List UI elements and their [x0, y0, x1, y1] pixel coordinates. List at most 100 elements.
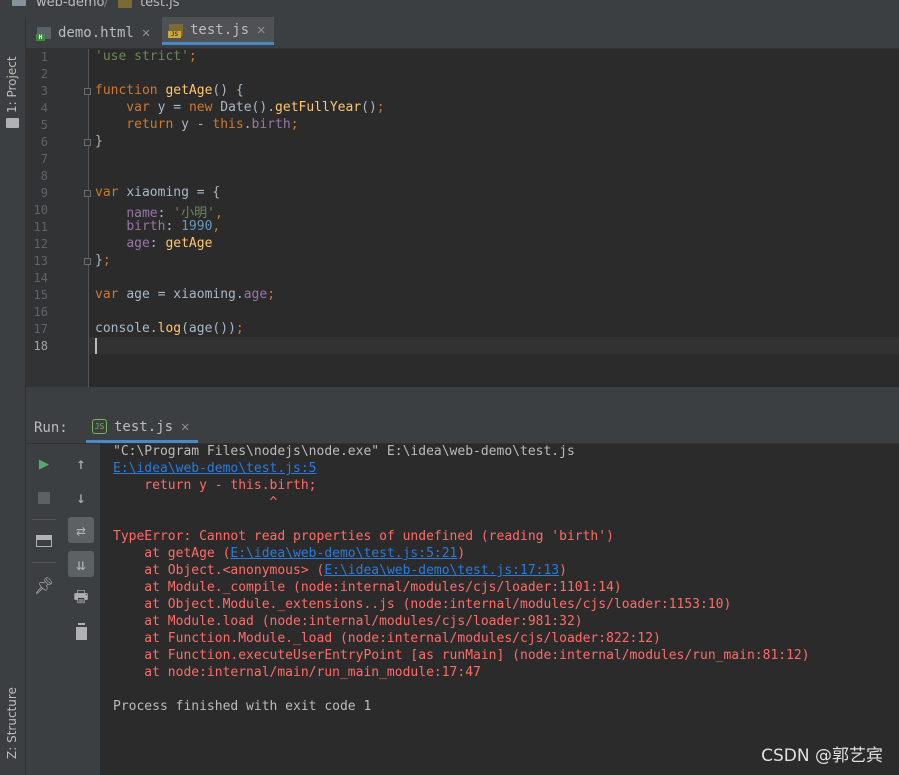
- toolbar-divider: [32, 519, 56, 520]
- close-icon[interactable]: ✕: [181, 419, 189, 435]
- console-text: at getAge (: [113, 546, 231, 561]
- console-line: at Object.<anonymous> (E:\idea\web-demo\…: [113, 563, 567, 578]
- line-number: 14: [33, 271, 48, 285]
- line-number: 5: [40, 118, 48, 132]
- console-file-link[interactable]: E:\idea\web-demo\test.js:5: [113, 461, 317, 476]
- code-token: this: [212, 117, 244, 132]
- close-icon[interactable]: ✕: [257, 22, 265, 38]
- code-token: log: [157, 321, 182, 336]
- scroll-to-end-icon[interactable]: ⇊: [68, 551, 94, 577]
- code-token: ;: [102, 253, 111, 268]
- arrow-down-icon[interactable]: ↓: [68, 484, 94, 510]
- navigation-bar: web-demo / test.js: [0, 0, 899, 17]
- line-number: 11: [33, 220, 48, 234]
- line-number: 6: [40, 135, 48, 149]
- code-token: var: [95, 100, 158, 115]
- code-line: console.log(age());: [95, 321, 244, 336]
- console-output[interactable]: "C:\Program Files\nodejs\node.exe" E:\id…: [100, 444, 899, 775]
- console-line: "C:\Program Files\nodejs\node.exe" E:\id…: [113, 444, 575, 459]
- layout-icon[interactable]: [31, 528, 57, 554]
- console-line: Process finished with exit code 1: [113, 699, 372, 714]
- fold-marker-icon[interactable]: [84, 190, 91, 197]
- left-tool-strip: 1: Project Z: Structure: [0, 17, 26, 775]
- tab-demo-html[interactable]: H demo.html ✕: [36, 17, 150, 48]
- code-line: function getAge() {: [95, 83, 244, 98]
- code-token: Date().: [220, 100, 276, 115]
- soft-wrap-icon[interactable]: ⇄: [68, 517, 94, 543]
- editor-tab-bar: H demo.html ✕ JS test.js ✕: [26, 17, 899, 49]
- stop-icon[interactable]: [31, 485, 57, 511]
- code-line: 'use strict';: [95, 49, 197, 64]
- pin-icon[interactable]: 📌︎: [31, 572, 57, 598]
- console-line: return y - this.birth;: [113, 478, 317, 493]
- code-token: ;: [235, 321, 244, 336]
- line-number: 3: [40, 84, 48, 98]
- breadcrumb-separator: /: [104, 0, 109, 10]
- console-line: E:\idea\web-demo\test.js:5: [113, 461, 317, 476]
- console-line: at Function.executeUserEntryPoint [as ru…: [113, 648, 810, 663]
- console-line: TypeError: Cannot read properties of und…: [113, 529, 614, 544]
- console-line: at getAge (E:\idea\web-demo\test.js:5:21…: [113, 546, 465, 561]
- run-toolbar-primary: ▶ 📌︎: [26, 444, 63, 775]
- code-token: y =: [157, 100, 189, 115]
- fold-marker-icon[interactable]: [84, 258, 91, 265]
- project-folder-icon[interactable]: [6, 118, 19, 128]
- fold-marker-icon[interactable]: [84, 88, 91, 95]
- console-line: ^: [113, 495, 278, 510]
- console-file-link[interactable]: E:\idea\web-demo\test.js:17:13: [324, 563, 559, 578]
- line-number: 16: [33, 305, 48, 319]
- fold-marker-icon[interactable]: [84, 139, 91, 146]
- breadcrumb-project[interactable]: web-demo: [36, 0, 104, 10]
- code-token: return: [95, 117, 182, 132]
- breadcrumb-file[interactable]: test.js: [140, 0, 179, 10]
- code-token: getFullYear: [275, 100, 362, 115]
- run-tab-label: test.js: [114, 418, 174, 435]
- trash-icon[interactable]: [68, 619, 94, 645]
- code-token: }: [95, 134, 103, 149]
- code-editor[interactable]: 1 2 3 4 5 6 7 8 9 10 11 12 13 14 15 16 17 18 'use strict'…: [26, 49, 899, 387]
- code-line: };: [95, 253, 111, 268]
- code-token: ;: [267, 287, 276, 302]
- close-icon[interactable]: ✕: [142, 25, 150, 41]
- project-tool-button[interactable]: 1: Project: [5, 56, 19, 113]
- rerun-icon[interactable]: ▶: [31, 451, 57, 477]
- js-file-icon: JS: [168, 23, 184, 38]
- run-label: Run:: [34, 420, 68, 436]
- code-line: var y = new Date().getFullYear();: [95, 100, 385, 115]
- line-number: 10: [33, 203, 48, 217]
- code-token: }: [95, 253, 103, 268]
- code-token: xiaoming = {: [126, 185, 221, 200]
- arrow-up-icon[interactable]: ↑: [68, 450, 94, 476]
- console-file-link[interactable]: E:\idea\web-demo\test.js:5:21: [230, 546, 457, 561]
- structure-tool-button[interactable]: Z: Structure: [5, 687, 19, 759]
- console-line: at Function.Module._load (node:internal/…: [113, 631, 661, 646]
- toolbar-divider: [32, 562, 56, 563]
- console-line: at Module.load (node:internal/modules/cj…: [113, 614, 583, 629]
- code-token: :: [165, 219, 182, 234]
- code-line: age: getAge: [95, 236, 212, 251]
- print-icon[interactable]: 🖶: [68, 586, 94, 612]
- code-token: getAge: [165, 83, 213, 98]
- code-token: 1990: [181, 219, 213, 234]
- tab-label: test.js: [190, 21, 250, 38]
- code-token: getAge: [165, 236, 213, 251]
- code-token: .: [243, 117, 252, 132]
- code-token: y -: [181, 117, 213, 132]
- code-token: birth: [251, 117, 291, 132]
- line-number: 13: [33, 254, 48, 268]
- code-token: () {: [212, 83, 244, 98]
- line-number: 7: [40, 152, 48, 166]
- code-token: age: [243, 287, 268, 302]
- console-line: at Object.Module._extensions..js (node:i…: [113, 597, 732, 612]
- code-token: 'use strict': [95, 49, 189, 64]
- code-token: function: [95, 83, 166, 98]
- tab-label: demo.html: [58, 24, 134, 41]
- line-number: 1: [40, 50, 48, 64]
- code-token: age: [126, 236, 150, 251]
- tab-test-js[interactable]: JS test.js ✕: [162, 17, 274, 45]
- code-token: ;: [376, 100, 385, 115]
- run-tab-test-js[interactable]: JS test.js ✕: [86, 413, 198, 443]
- code-token: age = xiaoming.: [126, 287, 244, 302]
